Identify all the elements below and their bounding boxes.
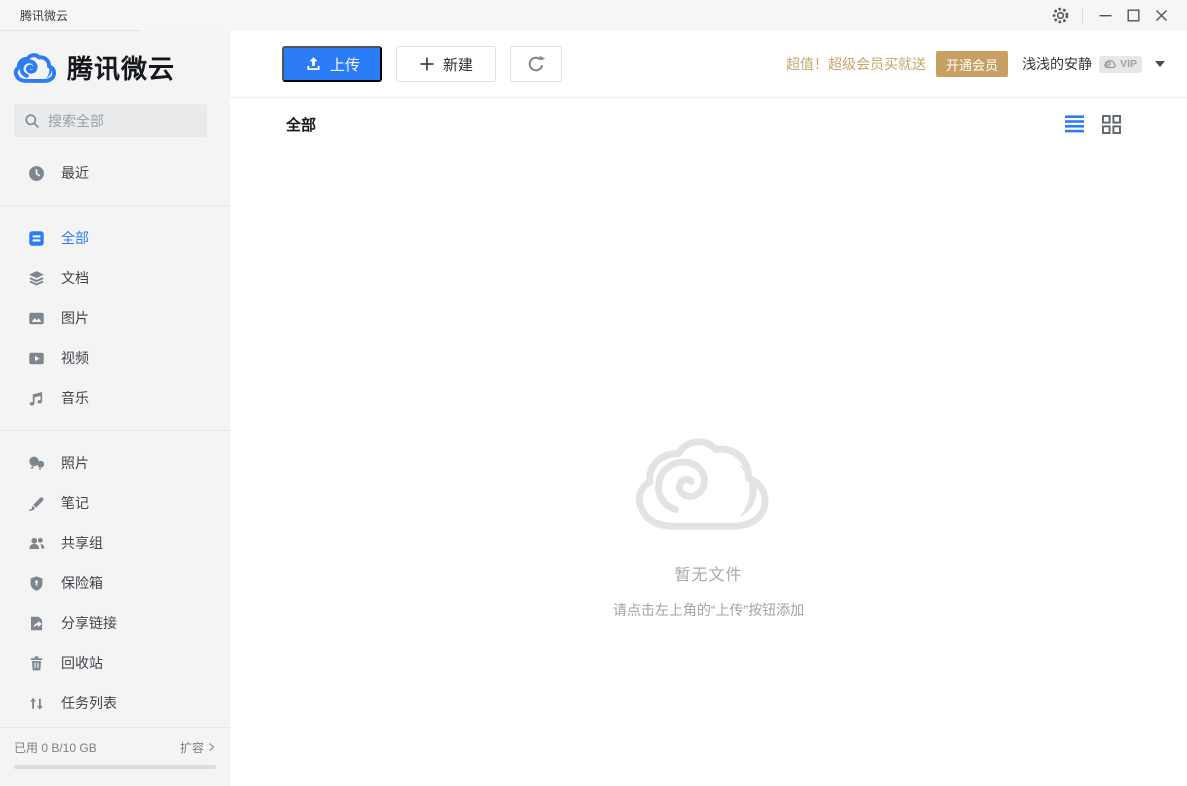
empty-subtitle: 请点击左上角的“上传”按钮添加 [230,600,1187,620]
expand-storage-link[interactable]: 扩容 [180,739,216,756]
vip-label: VIP [1120,58,1137,70]
sidebar-item-label: 全部 [61,228,89,248]
empty-cloud-icon [630,423,788,545]
sidebar-item-shared-groups[interactable]: 共享组 [0,523,230,563]
sidebar-item-label: 回收站 [61,653,103,673]
clock-icon [28,165,45,182]
sidebar-item-label: 文档 [61,268,89,288]
main-panel: 上传 新建 超值！超级会员买就送 开通会员 浅浅的安静 [230,31,1187,786]
storage-section: 已用 0 B/10 GB 扩容 [0,727,230,786]
upload-button[interactable]: 上传 [282,46,382,82]
sidebar-item-tasks[interactable]: 任务列表 [0,683,230,723]
sidebar-item-label: 共享组 [61,533,103,553]
empty-title: 暂无文件 [230,561,1187,585]
empty-state: 暂无文件 请点击左上角的“上传”按钮添加 [230,150,1187,786]
expand-storage-label: 扩容 [180,739,204,756]
all-files-icon [28,230,45,247]
content-area: 全部 暂无文 [230,98,1187,786]
sidebar-item-share-links[interactable]: 分享链接 [0,603,230,643]
upload-icon [304,55,323,74]
transfer-arrows-icon [28,695,45,712]
play-video-icon [28,350,45,367]
sidebar-item-safe[interactable]: 保险箱 [0,563,230,603]
sidebar-item-label: 任务列表 [61,693,117,713]
sidebar-item-label: 笔记 [61,493,89,513]
sidebar-item-recent[interactable]: 最近 [0,153,230,193]
list-view-icon[interactable] [1065,115,1084,133]
sidebar-item-photos[interactable]: 照片 [0,443,230,483]
titlebar-underline [0,30,141,31]
sidebar-item-label: 音乐 [61,388,89,408]
search-box[interactable] [14,104,207,137]
refresh-button[interactable] [510,46,562,82]
sidebar-item-notes[interactable]: 笔记 [0,483,230,523]
picture-icon [28,310,45,327]
sidebar: 腾讯微云 最近 [0,31,230,786]
vip-badge: VIP [1099,56,1142,73]
weiyun-window: 腾讯微云 [0,0,1187,786]
window-controls [1046,3,1187,29]
new-button[interactable]: 新建 [396,46,496,82]
maximize-button[interactable] [1119,3,1147,29]
sidebar-divider [0,430,230,431]
sidebar-item-docs[interactable]: 文档 [0,258,230,298]
brand-name: 腾讯微云 [67,49,175,86]
toolbar-right: 超值！超级会员买就送 开通会员 浅浅的安静 VIP [786,51,1165,77]
sidebar-item-images[interactable]: 图片 [0,298,230,338]
open-vip-button[interactable]: 开通会员 [936,51,1008,77]
plus-icon [419,56,435,72]
sidebar-item-music[interactable]: 音乐 [0,378,230,418]
sidebar-item-videos[interactable]: 视频 [0,338,230,378]
toolbar: 上传 新建 超值！超级会员买就送 开通会员 浅浅的安静 [230,31,1187,98]
sidebar-item-label: 照片 [61,453,89,473]
layers-icon [28,270,45,287]
sidebar-item-all[interactable]: 全部 [0,218,230,258]
trash-icon [28,655,45,672]
storage-progress-bar [14,765,216,769]
pencil-icon [28,495,45,512]
window-title: 腾讯微云 [0,7,68,24]
view-toggles [1065,115,1121,134]
chevron-right-icon [207,742,216,752]
vip-cloud-icon [1104,59,1117,69]
sidebar-item-trash[interactable]: 回收站 [0,643,230,683]
weiyun-cloud-logo-icon [13,49,61,87]
music-note-icon [28,390,45,407]
upload-label: 上传 [330,54,360,75]
sidebar-item-label: 保险箱 [61,573,103,593]
titlebar-separator [1082,9,1083,23]
share-link-icon [28,615,45,632]
page-title: 全部 [286,114,316,135]
sidebar-item-label: 最近 [61,163,89,183]
minimize-button[interactable] [1091,3,1119,29]
username[interactable]: 浅浅的安静 [1022,54,1092,74]
search-input[interactable] [48,113,188,129]
content-header: 全部 [230,98,1187,150]
new-label: 新建 [443,54,473,75]
sidebar-divider [0,205,230,206]
search-icon [24,113,40,129]
people-icon [28,535,45,552]
account-dropdown-caret-icon[interactable] [1155,61,1165,67]
sidebar-nav: 最近 全部 文档 [0,137,230,727]
sidebar-item-label: 视频 [61,348,89,368]
vip-promo-text[interactable]: 超值！超级会员买就送 [786,54,926,74]
refresh-icon [526,54,546,74]
sidebar-item-label: 分享链接 [61,613,117,633]
balloons-icon [28,455,45,472]
settings-gear-icon[interactable] [1046,3,1074,29]
grid-view-icon[interactable] [1102,115,1121,134]
brand-logo: 腾讯微云 [0,31,230,104]
shield-lock-icon [28,575,45,592]
sidebar-item-label: 图片 [61,308,89,328]
close-button[interactable] [1147,3,1175,29]
storage-used-label: 已用 0 B/10 GB [14,739,97,756]
titlebar: 腾讯微云 [0,0,1187,31]
